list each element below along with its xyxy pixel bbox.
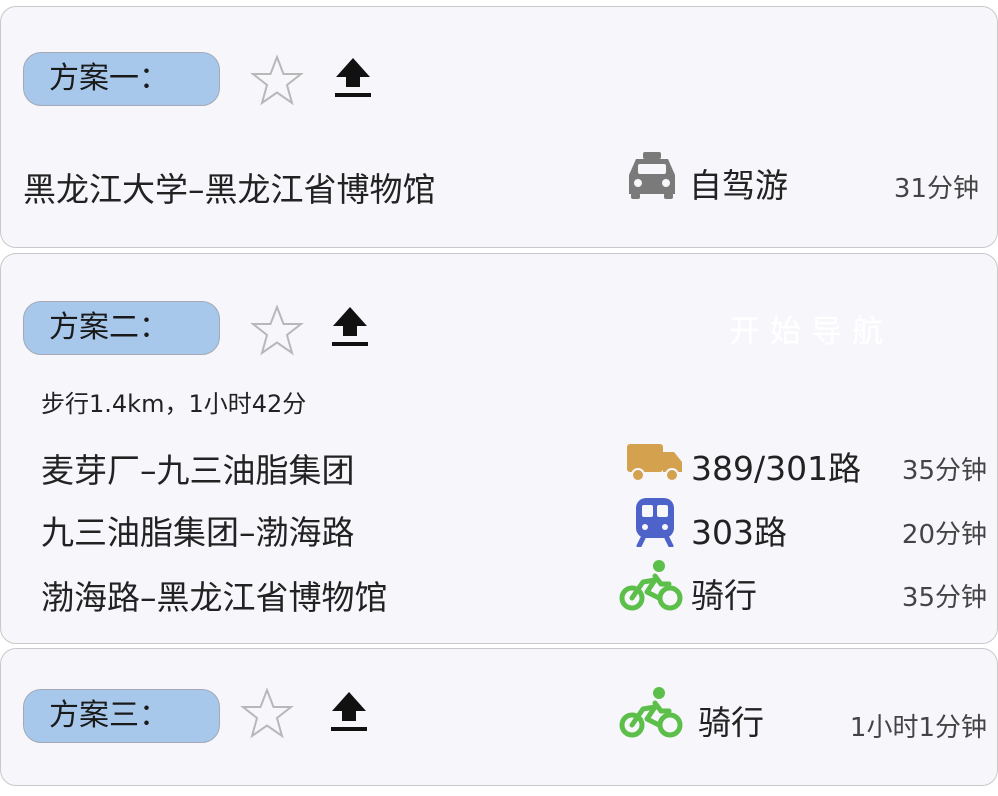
duration: 1小时1分钟 [849, 713, 987, 743]
upload-icon[interactable] [329, 690, 369, 734]
mode-label: 389/301路 [691, 449, 862, 488]
car-icon [629, 152, 675, 199]
plan-label[interactable]: 方案一： [23, 52, 220, 106]
route-segment: 九三油脂集团–渤海路 [41, 513, 355, 552]
bicycle-icon [619, 560, 683, 611]
favorite-star-icon[interactable] [249, 54, 305, 108]
mode-label: 303路 [691, 513, 787, 552]
start-navigation-button[interactable]: 开始导航 [691, 310, 931, 354]
favorite-star-icon[interactable] [239, 687, 295, 741]
plan-label[interactable]: 方案二： [23, 301, 220, 355]
bicycle-icon [619, 687, 683, 738]
plan-label[interactable]: 方案三： [23, 689, 220, 743]
duration: 20分钟 [901, 520, 987, 550]
upload-icon[interactable] [330, 305, 370, 349]
mode-label: 骑行 [691, 576, 757, 615]
plan-summary: 步行1.4km，1小时42分 [41, 390, 307, 418]
route-segment: 麦芽厂–九三油脂集团 [41, 451, 355, 490]
route-segment: 黑龙江大学–黑龙江省博物馆 [23, 170, 436, 209]
route-segment: 渤海路–黑龙江省博物馆 [41, 578, 388, 617]
duration: 35分钟 [901, 583, 987, 613]
plan-card-1[interactable]: 方案一： 黑龙江大学–黑龙江省博物馆 自驾游 31分钟 [0, 6, 998, 248]
favorite-star-icon[interactable] [249, 304, 305, 358]
upload-icon[interactable] [333, 56, 373, 100]
plan-card-2[interactable]: 方案二： 开始导航 步行1.4km，1小时42分 麦芽厂–九三油脂集团 389/… [0, 253, 998, 644]
duration: 31分钟 [893, 174, 979, 204]
mode-label: 骑行 [698, 703, 764, 742]
duration: 35分钟 [901, 456, 987, 486]
mode-label: 自驾游 [689, 166, 788, 205]
train-icon [636, 498, 674, 547]
bus-truck-icon [627, 444, 682, 482]
plan-card-3[interactable]: 方案三： 骑行 1小时1分钟 [0, 648, 998, 786]
